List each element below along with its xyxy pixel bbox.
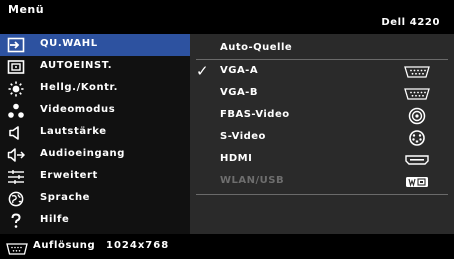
menu-item-help[interactable]: Hilfe (0, 210, 190, 232)
option-label: S-Video (220, 131, 266, 142)
option-hdmi[interactable]: HDMI (190, 149, 454, 171)
option-wlan-usb[interactable]: WLAN/USB (190, 171, 454, 193)
input-select-submenu: Auto-Quelle ✓ VGA-A VGA-B FBAS-Video S-V… (190, 34, 454, 234)
menu-item-brightness-contrast[interactable]: Hellg./Kontr. (0, 78, 190, 100)
vga-icon (400, 86, 434, 102)
hdmi-icon (400, 152, 434, 168)
s-video-icon (400, 130, 434, 146)
menu-item-label: QU.WAHL (40, 38, 98, 49)
model-name: Dell 4220 (381, 17, 440, 28)
main-menu: QU.WAHL AUTOEINST. Hellg./Kontr. Videomo… (0, 34, 190, 234)
language-icon (7, 191, 25, 207)
option-vga-a[interactable]: ✓ VGA-A (190, 61, 454, 83)
video-mode-icon (7, 103, 25, 119)
composite-video-icon (400, 107, 434, 125)
wlan-usb-icon (400, 174, 434, 190)
option-composite-video[interactable]: FBAS-Video (190, 105, 454, 127)
option-label: Auto-Quelle (220, 42, 293, 53)
help-icon (7, 213, 25, 229)
menu-item-label: Sprache (40, 192, 91, 203)
resolution-value: 1024x768 (106, 240, 170, 251)
option-label: FBAS-Video (220, 109, 290, 120)
status-bar: Auflösung 1024x768 (0, 234, 454, 259)
volume-icon (7, 125, 25, 141)
menu-item-audio-input[interactable]: Audioeingang (0, 144, 190, 166)
vga-icon (6, 240, 28, 255)
menu-item-label: Hellg./Kontr. (40, 82, 119, 93)
menu-item-auto-adjust[interactable]: AUTOEINST. (0, 56, 190, 78)
vga-icon (400, 64, 434, 80)
divider (196, 194, 448, 195)
osd-menu: Menü Dell 4220 QU.WAHL AUTOEINST. Hellg.… (0, 0, 454, 259)
audio-input-icon (7, 147, 25, 163)
menu-item-advanced[interactable]: Erweitert (0, 166, 190, 188)
option-label: VGA-A (220, 65, 259, 76)
auto-adjust-icon (7, 59, 25, 75)
resolution-label: Auflösung (33, 240, 96, 251)
menu-item-label: Hilfe (40, 214, 70, 225)
option-s-video[interactable]: S-Video (190, 127, 454, 149)
menu-item-label: AUTOEINST. (40, 60, 113, 71)
menu-item-label: Lautstärke (40, 126, 107, 137)
input-source-icon (7, 37, 25, 53)
option-auto-source[interactable]: Auto-Quelle (190, 38, 454, 60)
menu-item-label: Videomodus (40, 104, 116, 115)
menu-item-input-select[interactable]: QU.WAHL (0, 34, 190, 56)
menu-item-label: Erweitert (40, 170, 98, 181)
option-vga-b[interactable]: VGA-B (190, 83, 454, 105)
option-label: HDMI (220, 153, 253, 164)
menu-item-language[interactable]: Sprache (0, 188, 190, 210)
menu-item-video-mode[interactable]: Videomodus (0, 100, 190, 122)
option-label: WLAN/USB (220, 175, 285, 186)
menu-item-label: Audioeingang (40, 148, 126, 159)
menu-item-volume[interactable]: Lautstärke (0, 122, 190, 144)
option-label: VGA-B (220, 87, 258, 98)
checkmark-icon: ✓ (196, 62, 209, 80)
header: Menü Dell 4220 (0, 0, 454, 34)
menu-title: Menü (8, 3, 45, 16)
advanced-settings-icon (7, 169, 25, 185)
brightness-icon (7, 81, 25, 97)
divider (196, 59, 448, 60)
